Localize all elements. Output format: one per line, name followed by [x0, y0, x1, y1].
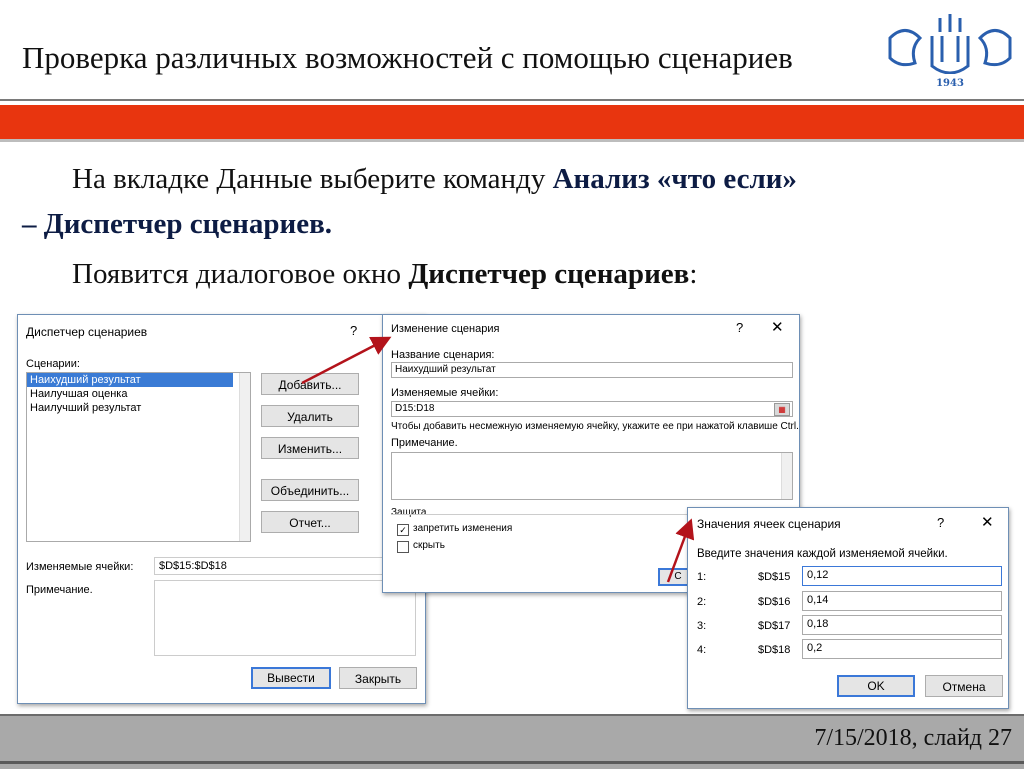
pointer-arrows — [301, 336, 695, 583]
arrow-to-values-dialog — [666, 518, 695, 583]
footer-date-slide: 7/15/2018, слайд 27 — [814, 725, 1012, 751]
arrow-to-edit-dialog — [301, 336, 392, 385]
